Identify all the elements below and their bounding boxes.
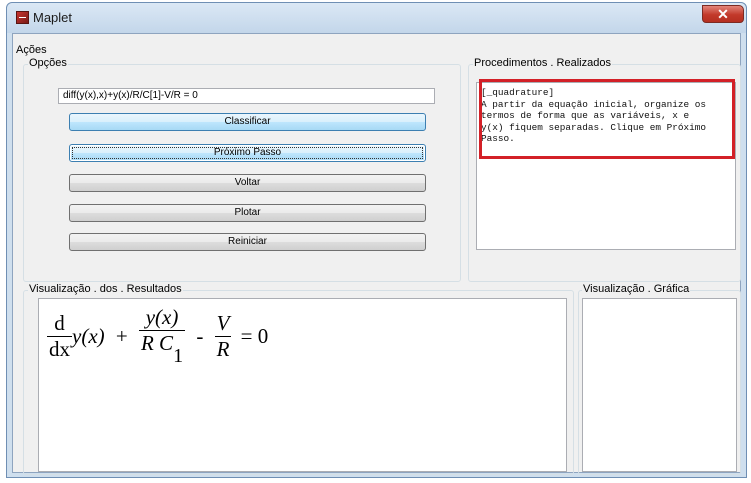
procedures-group-title: Procedimentos . Realizados (473, 57, 612, 69)
title-bar[interactable]: Maplet ✕ (7, 3, 746, 33)
proximo-passo-button[interactable]: Próximo Passo (69, 144, 426, 162)
voltar-button[interactable]: Voltar (69, 174, 426, 192)
minus-sign: - (196, 324, 204, 348)
fraction1-numerator: y(x) (145, 305, 179, 329)
window-title: Maplet (33, 10, 73, 25)
fraction2-numerator: V (216, 311, 230, 335)
fraction1-denominator: R C1 (138, 330, 186, 368)
derivative-operator: d dx (47, 311, 72, 362)
options-group-title: Opções (28, 57, 68, 69)
results-group-title: Visualização . dos . Resultados (28, 283, 183, 295)
reiniciar-button[interactable]: Reiniciar (69, 233, 426, 251)
plus-sign: + (115, 324, 128, 348)
y-of-x-term: y(x) (72, 324, 105, 348)
equation-input[interactable]: diff(y(x),x)+y(x)/R/C[1]-V/R = 0 (58, 88, 435, 104)
fraction1-denominator-main: R C (140, 331, 174, 355)
fraction1-denominator-subscript: 1 (173, 345, 184, 367)
fraction-v-over-r: V R (214, 311, 232, 362)
derivative-numerator: d (54, 311, 65, 335)
acoes-label: Ações (16, 44, 47, 56)
window-client-area: Ações Opções diff(y(x),x)+y(x)/R/C[1]-V/… (12, 33, 741, 475)
fraction2-denominator: R (214, 336, 232, 361)
close-button[interactable]: ✕ (702, 5, 744, 23)
graphics-plot-area[interactable] (582, 298, 737, 472)
results-display: d dx y(x) + y(x) R C1 - V R = 0 (38, 298, 567, 472)
result-equation: d dx y(x) + y(x) R C1 - V R = 0 (47, 305, 268, 368)
classificar-button[interactable]: Classificar (69, 113, 426, 131)
graphics-group-title: Visualização . Gráfica (582, 283, 691, 295)
maplet-window: Maplet ✕ Ações Opções diff(y(x),x)+y(x)/… (6, 2, 747, 478)
plotar-button[interactable]: Plotar (69, 204, 426, 222)
fraction-y-over-rc: y(x) R C1 (138, 305, 186, 368)
highlight-annotation-box (479, 79, 735, 159)
maple-app-icon (16, 11, 29, 24)
derivative-denominator: dx (47, 336, 72, 361)
equals-zero: = 0 (240, 324, 269, 348)
